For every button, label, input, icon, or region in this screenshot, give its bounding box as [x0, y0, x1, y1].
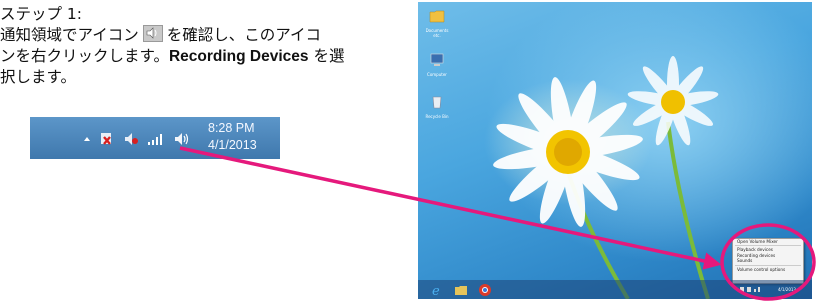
annotation-overlay [179, 146, 816, 301]
callout-arrow [179, 146, 722, 270]
highlight-ellipse [720, 223, 816, 301]
